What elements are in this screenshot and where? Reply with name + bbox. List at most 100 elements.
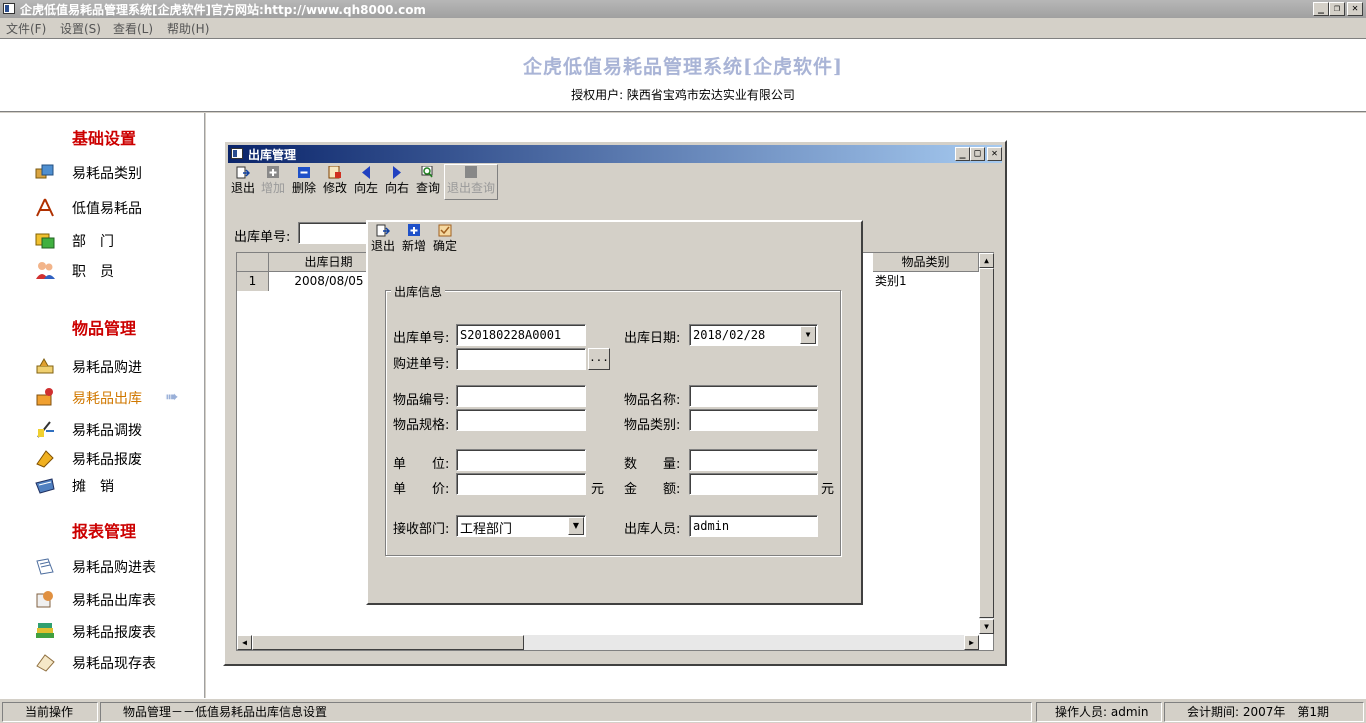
toolbar-query-button[interactable]: 查询 bbox=[413, 166, 443, 196]
vertical-scroll-thumb[interactable] bbox=[979, 268, 994, 618]
toolbar-label: 退出 bbox=[370, 239, 395, 253]
menu-view[interactable]: 查看(L) bbox=[113, 20, 153, 37]
scrap-icon bbox=[36, 450, 54, 468]
nav-item-purchase-report[interactable]: 易耗品购进表 bbox=[30, 555, 200, 577]
horizontal-scrollbar[interactable]: ◀ ▶ bbox=[237, 635, 979, 650]
toolbar-label: 增加 bbox=[260, 181, 285, 195]
status-current-operation: 物品管理－－低值易耗品出库信息设置 bbox=[100, 702, 1032, 722]
nav-item-department[interactable]: 部 门 bbox=[30, 229, 200, 251]
status-bar: 当前操作 物品管理－－低值易耗品出库信息设置 操作人员: admin 会计期间:… bbox=[0, 698, 1366, 723]
mdi-minimize-button[interactable]: _ bbox=[955, 147, 970, 161]
nav-item-label: 易耗品报废 bbox=[72, 452, 142, 468]
out-date-picker[interactable]: 2018/02/28 ▼ bbox=[689, 324, 818, 346]
dept-label: 接收部门: bbox=[393, 522, 450, 537]
system-title: 企虎低值易耗品管理系统[企虎软件] bbox=[523, 56, 843, 78]
nav-item-staff[interactable]: 职 员 bbox=[30, 259, 200, 281]
toolbar-label: 向右 bbox=[384, 181, 409, 195]
boxes-icon bbox=[35, 164, 54, 179]
confirm-icon bbox=[438, 224, 452, 237]
mdi-close-button[interactable]: ✕ bbox=[987, 147, 1002, 161]
nav-item-transfer[interactable]: 易耗品调拨 bbox=[30, 418, 200, 440]
toolbar-label: 向左 bbox=[353, 181, 378, 195]
toolbar-edit-button[interactable]: 修改 bbox=[320, 166, 350, 196]
search-label: 出库单号: bbox=[234, 230, 291, 245]
row-number: 1 bbox=[237, 272, 269, 291]
toolbar-label: 退出 bbox=[230, 181, 255, 195]
scroll-up-button[interactable]: ▲ bbox=[979, 253, 994, 268]
add-icon bbox=[267, 166, 279, 178]
browse-purchase-button[interactable]: ... bbox=[588, 348, 610, 370]
report-icon bbox=[36, 591, 53, 608]
nav-item-label: 易耗品出库表 bbox=[72, 593, 156, 609]
query-icon bbox=[421, 166, 433, 178]
toolbar-label: 新增 bbox=[401, 239, 426, 253]
nav-item-label: 易耗品报废表 bbox=[72, 625, 156, 641]
group-title: 出库信息 bbox=[391, 283, 446, 300]
delete-icon bbox=[298, 167, 310, 178]
search-out-no-input[interactable] bbox=[298, 222, 368, 244]
compass-icon bbox=[36, 198, 54, 217]
operator-input[interactable]: admin bbox=[689, 515, 818, 537]
scroll-left-button[interactable]: ◀ bbox=[237, 635, 252, 650]
cell-category: 类别1 bbox=[875, 274, 907, 288]
nav-item-outbound-report[interactable]: 易耗品出库表 bbox=[30, 588, 200, 610]
nav-item-label: 易耗品类别 bbox=[72, 166, 142, 182]
amortize-icon bbox=[35, 478, 55, 494]
nav-item-category[interactable]: 易耗品类别 bbox=[30, 161, 200, 183]
toolbar-label: 查询 bbox=[415, 181, 440, 195]
price-unit: 元 bbox=[591, 482, 605, 497]
amount-input[interactable] bbox=[689, 473, 818, 495]
mdi-maximize-button[interactable]: □ bbox=[970, 147, 985, 161]
nav-item-amortize[interactable]: 摊 销 bbox=[30, 474, 200, 496]
quantity-input[interactable] bbox=[689, 449, 818, 471]
item-category-input[interactable] bbox=[689, 409, 818, 431]
mdi-title-bar: 出库管理 _ □ ✕ bbox=[228, 145, 1002, 163]
minimize-button[interactable]: _ bbox=[1313, 2, 1329, 16]
nav-item-stock-report[interactable]: 易耗品现存表 bbox=[30, 651, 200, 673]
dialog-exit-button[interactable]: 退出 bbox=[368, 224, 398, 254]
nav-item-purchase[interactable]: 易耗品购进 bbox=[30, 355, 200, 377]
toolbar-left-button[interactable]: 向左 bbox=[351, 166, 381, 196]
toolbar-label: 删除 bbox=[291, 181, 316, 195]
item-spec-label: 物品规格: bbox=[393, 418, 450, 433]
exit-query-icon bbox=[465, 166, 477, 178]
close-button[interactable]: ✕ bbox=[1347, 2, 1363, 16]
menu-help[interactable]: 帮助(H) bbox=[167, 20, 209, 37]
status-operator: 操作人员: admin bbox=[1036, 702, 1162, 722]
unit-input[interactable] bbox=[456, 449, 586, 471]
toolbar-delete-button[interactable]: 删除 bbox=[289, 166, 319, 196]
dialog-new-button[interactable]: 新增 bbox=[399, 224, 429, 254]
chevron-down-icon[interactable]: ▼ bbox=[568, 517, 584, 535]
nav-item-low-value[interactable]: 低值易耗品 bbox=[30, 196, 200, 218]
scroll-down-button[interactable]: ▼ bbox=[979, 619, 994, 634]
price-input[interactable] bbox=[456, 473, 586, 495]
nav-item-label: 职 员 bbox=[72, 264, 114, 280]
toolbar-right-button[interactable]: 向右 bbox=[382, 166, 412, 196]
nav-item-scrap[interactable]: 易耗品报废 bbox=[30, 447, 200, 469]
new-icon bbox=[408, 224, 420, 236]
dept-select[interactable]: 工程部门 ▼ bbox=[456, 515, 586, 537]
out-no-label: 出库单号: bbox=[393, 331, 450, 346]
menu-settings[interactable]: 设置(S) bbox=[60, 20, 101, 37]
toolbar-add-button[interactable]: 增加 bbox=[258, 166, 288, 196]
dialog-confirm-button[interactable]: 确定 bbox=[430, 224, 460, 254]
toolbar-exit-button[interactable]: 退出 bbox=[228, 166, 258, 196]
toolbar-exit-query-button[interactable]: 退出查询 bbox=[446, 166, 496, 196]
scroll-right-button[interactable]: ▶ bbox=[964, 635, 979, 650]
item-name-input[interactable] bbox=[689, 385, 818, 407]
purchase-no-input[interactable] bbox=[456, 348, 586, 370]
grid-column-header[interactable]: 物品类别 bbox=[873, 253, 979, 272]
item-code-input[interactable] bbox=[456, 385, 586, 407]
people-icon bbox=[36, 262, 55, 279]
amount-unit: 元 bbox=[821, 482, 835, 497]
nav-item-scrap-report[interactable]: 易耗品报废表 bbox=[30, 620, 200, 642]
menu-file[interactable]: 文件(F) bbox=[6, 20, 46, 37]
chevron-down-icon[interactable]: ▼ bbox=[800, 326, 816, 344]
purchase-no-label: 购进单号: bbox=[393, 357, 450, 372]
horizontal-scroll-thumb[interactable] bbox=[252, 635, 524, 650]
vertical-scrollbar[interactable]: ▲ ▼ bbox=[979, 253, 994, 634]
nav-item-label: 易耗品出库 bbox=[72, 391, 142, 407]
item-spec-input[interactable] bbox=[456, 409, 586, 431]
out-no-input[interactable]: S20180228A0001 bbox=[456, 324, 586, 346]
restore-button[interactable]: ❐ bbox=[1329, 2, 1345, 16]
